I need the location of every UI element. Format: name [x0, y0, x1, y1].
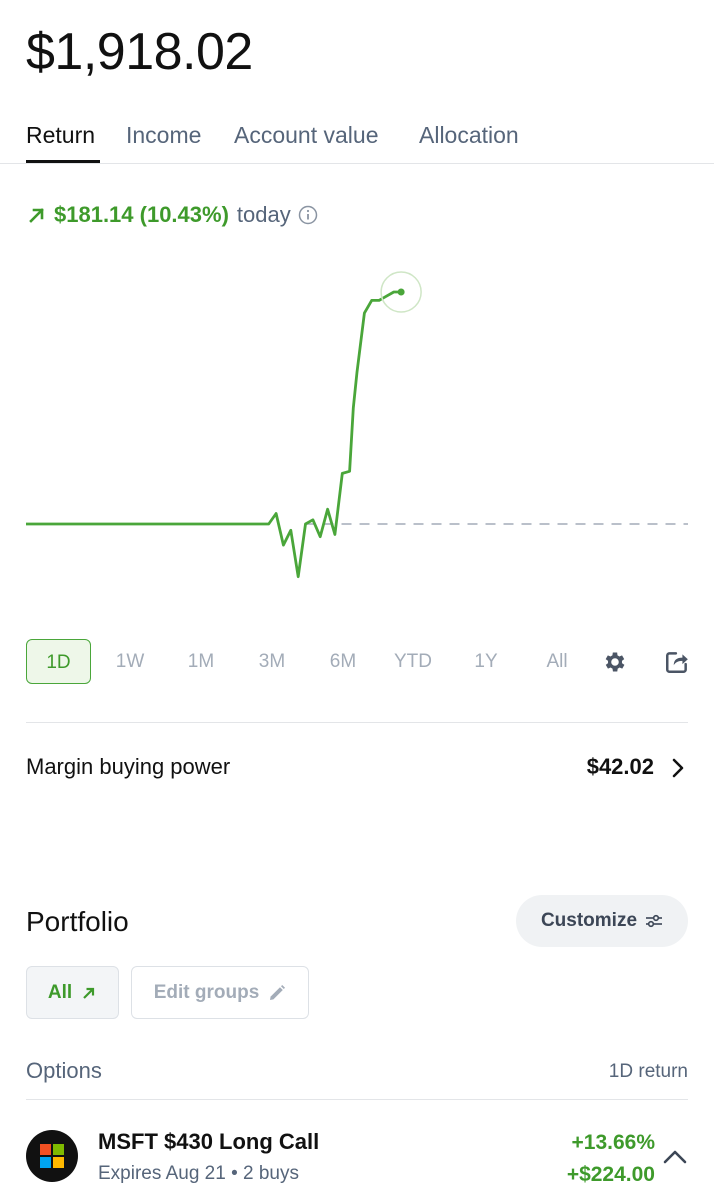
sliders-icon: [646, 914, 663, 928]
range-3m[interactable]: 3M: [250, 639, 294, 684]
position-name: MSFT $430 Long Call: [98, 1129, 320, 1154]
range-ytd[interactable]: YTD: [388, 639, 438, 684]
return-period: today: [236, 202, 291, 227]
time-range-selector: 1D 1W 1M 3M 6M YTD 1Y All: [26, 639, 688, 684]
range-6m[interactable]: 6M: [321, 639, 365, 684]
option-position-row[interactable]: MSFT $430 Long Call Expires Aug 21 • 2 b…: [26, 1128, 688, 1192]
tab-income[interactable]: Income: [126, 122, 201, 149]
return-summary: $181.14 (10.43%) today: [26, 202, 318, 228]
chart-series-line: [26, 290, 402, 579]
margin-label: Margin buying power: [26, 754, 231, 779]
range-1m[interactable]: 1M: [179, 639, 223, 684]
range-1w[interactable]: 1W: [108, 639, 152, 684]
margin-buying-power-row[interactable]: Margin buying power $42.02: [26, 748, 688, 788]
tab-return[interactable]: Return: [26, 122, 95, 149]
chevron-up-icon[interactable]: [662, 1148, 688, 1166]
options-column-label: 1D return: [608, 1061, 688, 1082]
options-title: Options: [26, 1058, 102, 1083]
microsoft-logo-icon: [26, 1130, 78, 1182]
position-detail: Expires Aug 21 • 2 buys: [98, 1163, 299, 1184]
customize-label: Customize: [540, 910, 638, 931]
gear-icon[interactable]: [602, 649, 628, 675]
range-1d[interactable]: 1D: [26, 639, 91, 684]
portfolio-title: Portfolio: [26, 906, 129, 937]
divider: [26, 1099, 688, 1100]
position-return-percent: +13.66%: [571, 1131, 656, 1154]
return-chart[interactable]: [0, 240, 714, 620]
margin-value: $42.02: [586, 754, 654, 779]
customize-button[interactable]: Customize: [516, 895, 688, 947]
info-icon[interactable]: [298, 205, 318, 225]
pencil-icon: [270, 984, 286, 1000]
chevron-right-icon: [672, 758, 684, 778]
edit-groups-label: Edit groups: [153, 981, 260, 1003]
range-1y[interactable]: 1Y: [464, 639, 508, 684]
edit-groups-chip[interactable]: Edit groups: [131, 966, 309, 1019]
filter-all-chip[interactable]: All: [26, 966, 119, 1019]
share-icon[interactable]: [664, 649, 690, 675]
tab-bar: Return Income Account value Allocation: [0, 118, 714, 164]
account-balance: $1,918.02: [26, 23, 253, 81]
position-return-amount: +$224.00: [566, 1163, 655, 1186]
filter-all-label: All: [47, 981, 73, 1003]
tab-allocation[interactable]: Allocation: [419, 122, 519, 149]
divider: [26, 722, 688, 723]
tab-account-value[interactable]: Account value: [234, 122, 378, 149]
range-all[interactable]: All: [535, 639, 579, 684]
arrow-up-right-icon: [83, 987, 95, 999]
return-value: $181.14 (10.43%): [54, 202, 229, 227]
chart-current-point: [397, 288, 405, 296]
arrow-up-right-icon: [29, 208, 44, 223]
active-tab-indicator: [26, 160, 100, 163]
